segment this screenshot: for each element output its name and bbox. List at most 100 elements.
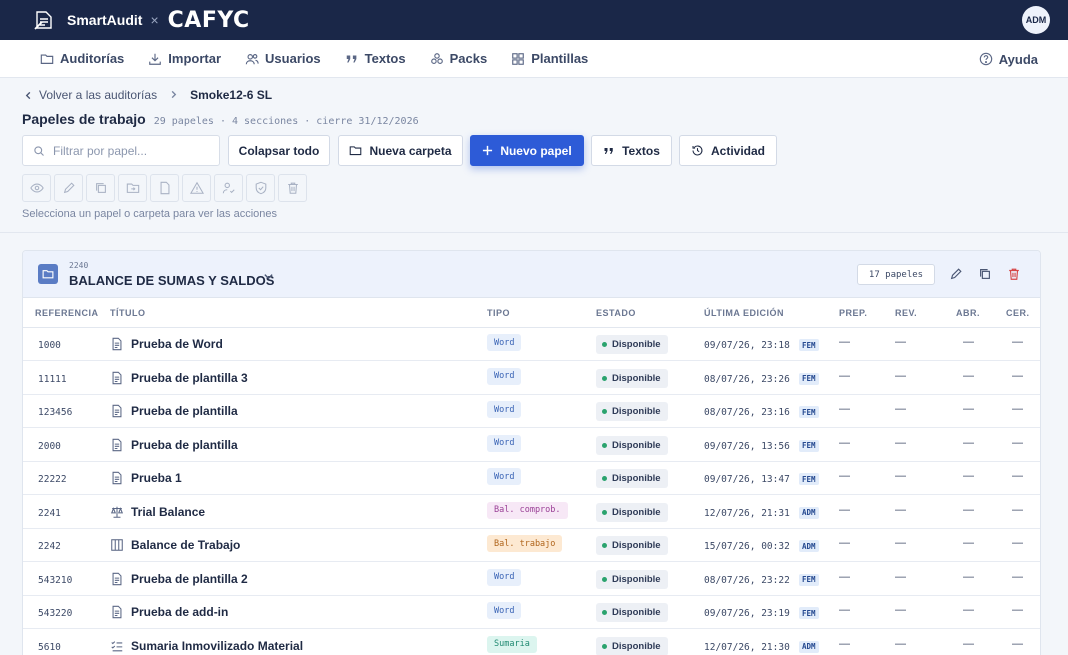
cer-signoff[interactable]: — — [1012, 571, 1023, 583]
protect-action[interactable] — [246, 174, 275, 202]
table-row[interactable]: 123456 Prueba de plantilla Word Disponib… — [23, 395, 1040, 428]
nav-item-textos[interactable]: Textos — [345, 51, 406, 66]
prep-signoff[interactable]: — — [839, 604, 850, 616]
back-link[interactable]: Volver a las auditorías — [24, 88, 157, 102]
nav-item-usuarios[interactable]: Usuarios — [245, 51, 321, 66]
collapse-all-button[interactable]: Colapsar todo — [228, 135, 330, 166]
prep-signoff[interactable]: — — [839, 504, 850, 516]
help-link[interactable]: Ayuda — [979, 40, 1038, 78]
cer-signoff[interactable]: — — [1012, 470, 1023, 482]
cer-signoff[interactable]: — — [1012, 537, 1023, 549]
move-action[interactable] — [118, 174, 147, 202]
file-action[interactable] — [150, 174, 179, 202]
table-row[interactable]: 543220 Prueba de add-in Word Disponible … — [23, 596, 1040, 629]
rev-signoff[interactable]: — — [895, 470, 906, 482]
delete-action[interactable] — [278, 174, 307, 202]
edit-action[interactable] — [54, 174, 83, 202]
copy-action[interactable] — [86, 174, 115, 202]
prep-signoff[interactable]: — — [839, 470, 850, 482]
table-row[interactable]: 2242 Balance de Trabajo Bal. trabajo Dis… — [23, 529, 1040, 562]
rev-signoff[interactable]: — — [895, 604, 906, 616]
paper-title[interactable]: Prueba de plantilla — [131, 438, 238, 452]
assign-user-action[interactable] — [214, 174, 243, 202]
search-field[interactable] — [22, 135, 220, 166]
warning-action[interactable] — [182, 174, 211, 202]
rev-signoff[interactable]: — — [895, 403, 906, 415]
paper-title[interactable]: Balance de Trabajo — [131, 538, 240, 552]
table-row[interactable]: 11111 Prueba de plantilla 3 Word Disponi… — [23, 362, 1040, 395]
prep-signoff[interactable]: — — [839, 571, 850, 583]
delete-folder-button[interactable] — [1006, 266, 1022, 282]
cer-signoff[interactable]: — — [1012, 403, 1023, 415]
table-row[interactable]: 543210 Prueba de plantilla 2 Word Dispon… — [23, 563, 1040, 596]
abr-signoff[interactable]: — — [963, 504, 974, 516]
cer-signoff[interactable]: — — [1012, 336, 1023, 348]
user-avatar[interactable]: ADM — [1022, 6, 1050, 34]
abr-signoff[interactable]: — — [963, 336, 974, 348]
paper-title[interactable]: Prueba de plantilla 2 — [131, 572, 248, 586]
paper-title[interactable]: Prueba 1 — [131, 471, 182, 485]
paper-title[interactable]: Trial Balance — [131, 505, 205, 519]
nav-item-importar[interactable]: Importar — [148, 51, 221, 66]
texts-button[interactable]: Textos — [591, 135, 672, 166]
column-header-rev[interactable]: REV. — [895, 308, 917, 318]
column-header-prep[interactable]: PREP. — [839, 308, 867, 318]
table-row[interactable]: 1000 Prueba de Word Word Disponible 09/0… — [23, 328, 1040, 361]
abr-signoff[interactable]: — — [963, 437, 974, 449]
view-action[interactable] — [22, 174, 51, 202]
paper-title[interactable]: Prueba de plantilla 3 — [131, 371, 248, 385]
paper-title[interactable]: Prueba de plantilla — [131, 404, 238, 418]
copy-folder-button[interactable] — [977, 266, 993, 282]
edit-folder-button[interactable] — [948, 266, 964, 282]
table-row[interactable]: 5610 Sumaria Inmovilizado Material Sumar… — [23, 630, 1040, 655]
folder-header[interactable]: 2240 BALANCE DE SUMAS Y SALDOS 17 papele… — [23, 251, 1040, 298]
paper-title[interactable]: Sumaria Inmovilizado Material — [131, 639, 303, 653]
column-header-abr[interactable]: ABR. — [956, 308, 980, 318]
rev-signoff[interactable]: — — [895, 537, 906, 549]
column-header-status[interactable]: ESTADO — [596, 308, 636, 318]
rev-signoff[interactable]: — — [895, 504, 906, 516]
abr-signoff[interactable]: — — [963, 537, 974, 549]
cer-signoff[interactable]: — — [1012, 604, 1023, 616]
abr-signoff[interactable]: — — [963, 470, 974, 482]
column-header-title[interactable]: TÍTULO — [110, 308, 146, 318]
new-folder-button[interactable]: Nueva carpeta — [338, 135, 463, 166]
abr-signoff[interactable]: — — [963, 571, 974, 583]
rev-signoff[interactable]: — — [895, 336, 906, 348]
chevron-down-icon[interactable] — [263, 269, 274, 287]
column-header-ref[interactable]: REFERENCIA — [35, 308, 99, 318]
prep-signoff[interactable]: — — [839, 437, 850, 449]
rev-signoff[interactable]: — — [895, 638, 906, 650]
cer-signoff[interactable]: — — [1012, 504, 1023, 516]
prep-signoff[interactable]: — — [839, 370, 850, 382]
cer-signoff[interactable]: — — [1012, 437, 1023, 449]
column-header-cer[interactable]: CER. — [1006, 308, 1030, 318]
column-header-type[interactable]: TIPO — [487, 308, 510, 318]
prep-signoff[interactable]: — — [839, 537, 850, 549]
abr-signoff[interactable]: — — [963, 638, 974, 650]
table-row[interactable]: 22222 Prueba 1 Word Disponible 09/07/26,… — [23, 462, 1040, 495]
search-input[interactable] — [53, 143, 213, 158]
columns-icon — [110, 538, 124, 552]
abr-signoff[interactable]: — — [963, 403, 974, 415]
nav-item-auditorias[interactable]: Auditorías — [40, 51, 124, 66]
rev-signoff[interactable]: — — [895, 571, 906, 583]
prep-signoff[interactable]: — — [839, 336, 850, 348]
paper-title[interactable]: Prueba de Word — [131, 337, 223, 351]
activity-button[interactable]: Actividad — [679, 135, 777, 166]
rev-signoff[interactable]: — — [895, 370, 906, 382]
table-row[interactable]: 2000 Prueba de plantilla Word Disponible… — [23, 429, 1040, 462]
rev-signoff[interactable]: — — [895, 437, 906, 449]
prep-signoff[interactable]: — — [839, 638, 850, 650]
table-row[interactable]: 2241 Trial Balance Bal. comprob. Disponi… — [23, 496, 1040, 529]
column-header-edited[interactable]: ÚLTIMA EDICIÓN — [704, 308, 784, 318]
new-paper-button[interactable]: Nuevo papel — [470, 135, 584, 166]
abr-signoff[interactable]: — — [963, 370, 974, 382]
prep-signoff[interactable]: — — [839, 403, 850, 415]
nav-item-packs[interactable]: Packs — [430, 51, 487, 66]
cer-signoff[interactable]: — — [1012, 370, 1023, 382]
paper-title[interactable]: Prueba de add-in — [131, 605, 228, 619]
abr-signoff[interactable]: — — [963, 604, 974, 616]
nav-item-plantillas[interactable]: Plantillas — [511, 51, 588, 66]
cer-signoff[interactable]: — — [1012, 638, 1023, 650]
